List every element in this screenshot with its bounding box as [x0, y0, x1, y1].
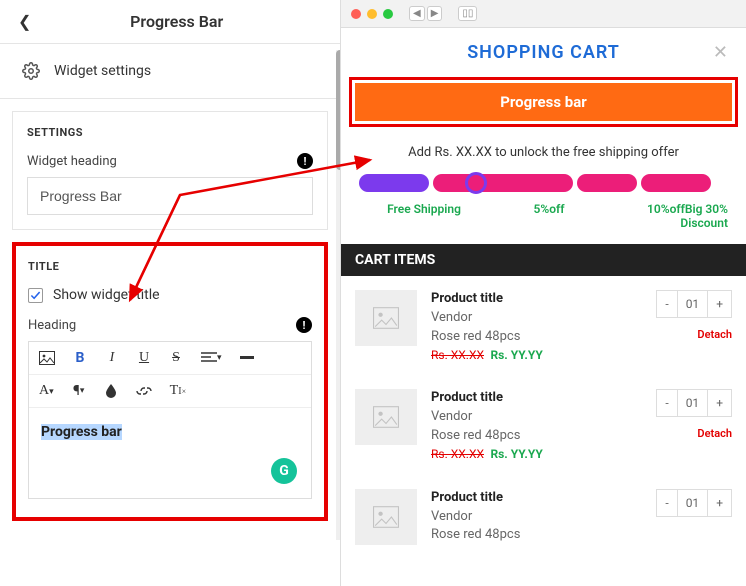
page-title: Progress Bar	[31, 12, 322, 31]
price-old: Rs. XX.XX	[431, 447, 484, 461]
unlock-text: Add Rs. XX.XX to unlock the free shippin…	[341, 141, 746, 174]
product-vendor: Vendor	[431, 508, 642, 527]
traffic-light-min[interactable]	[367, 9, 377, 19]
qty-minus[interactable]: -	[657, 291, 676, 317]
traffic-light-close[interactable]	[351, 9, 361, 19]
progress-banner-highlight: Progress bar	[349, 77, 738, 127]
info-icon[interactable]: !	[297, 153, 313, 169]
editor-content[interactable]: Progress bar G	[29, 408, 311, 498]
grammarly-icon[interactable]: G	[271, 458, 297, 484]
heading-field-label: Heading	[28, 318, 76, 333]
qty-stepper[interactable]: -01+	[656, 389, 732, 417]
progress-seg-3	[577, 174, 637, 192]
progress-seg-4	[641, 174, 711, 192]
tier-label-1: Free Shipping	[359, 202, 489, 230]
image-icon[interactable]	[39, 351, 55, 365]
detach-link[interactable]: Detach	[697, 427, 732, 440]
qty-plus[interactable]: +	[708, 390, 731, 416]
product-title: Product title	[431, 489, 642, 508]
progress-track	[341, 174, 746, 192]
qty-value: 01	[677, 291, 709, 317]
cart-item-row: Product title Vendor Rose red 48pcs Rs. …	[341, 375, 746, 474]
settings-section: SETTINGS Widget heading !	[12, 111, 328, 230]
nav-fwd-icon[interactable]: ▶	[427, 6, 443, 21]
strike-button[interactable]: S	[169, 350, 183, 366]
progress-handle[interactable]	[465, 172, 487, 194]
bold-button[interactable]: B	[73, 350, 87, 366]
widget-settings-label: Widget settings	[54, 63, 151, 79]
product-thumb	[355, 489, 417, 545]
paragraph-button[interactable]: ¶ ▾	[72, 383, 86, 399]
cart-title: SHOPPING CART	[467, 42, 620, 63]
progress-seg-2	[433, 174, 573, 192]
qty-stepper[interactable]: -01+	[656, 290, 732, 318]
link-button[interactable]	[136, 386, 152, 396]
clear-format-button[interactable]: TI×	[170, 383, 186, 399]
show-title-label: Show widget title	[53, 287, 160, 303]
italic-button[interactable]: I	[105, 350, 119, 366]
qty-stepper[interactable]: -01+	[656, 489, 732, 517]
product-vendor: Vendor	[431, 309, 642, 328]
minus-button[interactable]	[240, 356, 254, 360]
info-icon[interactable]: !	[296, 317, 312, 333]
product-variant: Rose red 48pcs	[431, 427, 642, 446]
progress-seg-1	[359, 174, 429, 192]
product-title: Product title	[431, 290, 642, 309]
tier-label-2: 5%off	[489, 202, 609, 230]
widget-heading-input[interactable]	[27, 177, 313, 215]
settings-heading: SETTINGS	[27, 126, 313, 139]
qty-plus[interactable]: +	[708, 490, 731, 516]
cart-item-row: Product title Vendor Rose red 48pcs -01+	[341, 475, 746, 574]
cart-item-row: Product title Vendor Rose red 48pcs Rs. …	[341, 276, 746, 375]
align-button[interactable]: ▾	[201, 352, 222, 364]
price-new: Rs. YY.YY	[490, 447, 542, 461]
rich-text-editor: B I U S ▾ A ▾ ¶ ▾ TI× Progress bar G	[28, 341, 312, 499]
product-vendor: Vendor	[431, 408, 642, 427]
price-new: Rs. YY.YY	[490, 348, 542, 362]
show-title-checkbox[interactable]	[28, 288, 43, 303]
close-icon[interactable]: ✕	[713, 42, 728, 63]
title-heading: TITLE	[28, 260, 312, 273]
tier-label-3: 10%offBig 30% Discount	[609, 202, 728, 230]
product-thumb	[355, 389, 417, 445]
browser-chrome: ◀ ▶ ▯▯	[341, 0, 746, 28]
product-title: Product title	[431, 389, 642, 408]
product-variant: Rose red 48pcs	[431, 526, 642, 545]
product-variant: Rose red 48pcs	[431, 328, 642, 347]
price-old: Rs. XX.XX	[431, 348, 484, 362]
widget-heading-label: Widget heading	[27, 154, 117, 169]
nav-back-icon[interactable]: ◀	[409, 6, 425, 21]
qty-plus[interactable]: +	[708, 291, 731, 317]
widget-settings-row[interactable]: Widget settings	[0, 44, 340, 99]
font-button[interactable]: A ▾	[39, 383, 54, 399]
underline-button[interactable]: U	[137, 350, 151, 366]
panel-icon[interactable]: ▯▯	[458, 6, 477, 21]
drop-icon[interactable]	[104, 384, 118, 398]
detach-link[interactable]: Detach	[697, 328, 732, 341]
traffic-light-max[interactable]	[383, 9, 393, 19]
title-section: TITLE Show widget title Heading ! B I U …	[12, 242, 328, 521]
qty-minus[interactable]: -	[657, 490, 676, 516]
qty-value: 01	[677, 490, 709, 516]
back-arrow-icon[interactable]: ❮	[18, 12, 31, 31]
progress-banner: Progress bar	[355, 83, 732, 121]
cart-items-header: CART ITEMS	[341, 244, 746, 276]
product-thumb	[355, 290, 417, 346]
qty-minus[interactable]: -	[657, 390, 676, 416]
editor-text: Progress bar	[41, 424, 122, 440]
gear-icon	[22, 62, 40, 80]
qty-value: 01	[677, 390, 709, 416]
